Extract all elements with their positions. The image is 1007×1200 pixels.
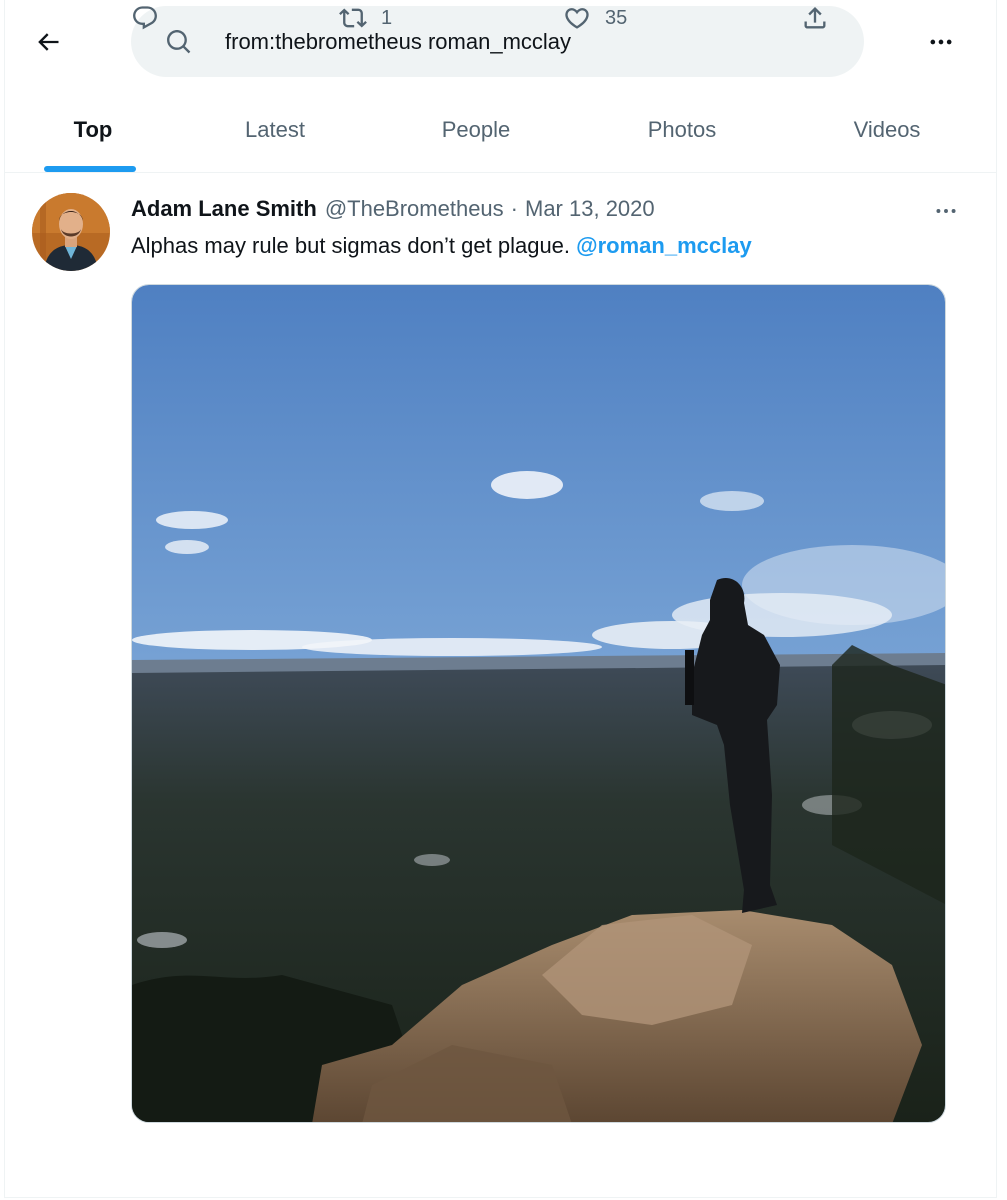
arrow-left-icon [38,33,59,51]
more-horizontal-icon [936,209,956,213]
retweet-icon [339,8,367,28]
retweet-count: 1 [381,6,393,29]
back-button[interactable] [26,22,70,62]
tab-photos[interactable]: Photos [622,88,742,172]
reply-button[interactable] [131,0,159,36]
photo-image [132,285,945,1122]
author-handle[interactable]: @TheBrometheus [325,196,504,222]
tweet-more-button[interactable] [924,194,968,228]
tab-people[interactable]: People [416,88,536,172]
tweet-header: Adam Lane Smith @TheBrometheus · Mar 13,… [131,196,655,226]
tweet-date[interactable]: Mar 13, 2020 [525,196,655,222]
heart-icon [565,8,589,29]
share-button[interactable] [801,0,829,36]
mention-link[interactable]: @roman_mcclay [576,233,752,258]
active-tab-indicator [44,166,136,172]
tab-label: Top [73,117,113,142]
more-options-button[interactable] [918,24,964,60]
search-input[interactable] [225,26,825,58]
tab-label: Latest [245,117,305,142]
share-icon [804,7,826,29]
like-button[interactable]: 35 [563,0,627,36]
search-box[interactable] [131,6,864,77]
search-icon [167,30,191,54]
tab-top[interactable]: Top [45,88,141,172]
separator-dot: · [510,196,518,221]
avatar-image [32,193,110,271]
reply-icon [133,6,157,30]
tab-label: People [441,117,511,142]
tweet-text: Alphas may rule but sigmas don’t get pla… [131,233,752,259]
tweet-photo[interactable] [131,284,946,1123]
search-tabs: Top Latest People Photos Videos [5,88,996,173]
more-horizontal-icon [930,39,952,45]
tab-label: Photos [647,117,717,142]
retweet-button[interactable]: 1 [339,0,392,36]
tab-label: Videos [853,117,921,142]
tab-videos[interactable]: Videos [827,88,947,172]
like-count: 35 [605,6,628,29]
author-name[interactable]: Adam Lane Smith [131,196,317,222]
tab-latest[interactable]: Latest [220,88,330,172]
avatar[interactable] [32,193,110,271]
tweet-body: Alphas may rule but sigmas don’t get pla… [131,233,571,258]
